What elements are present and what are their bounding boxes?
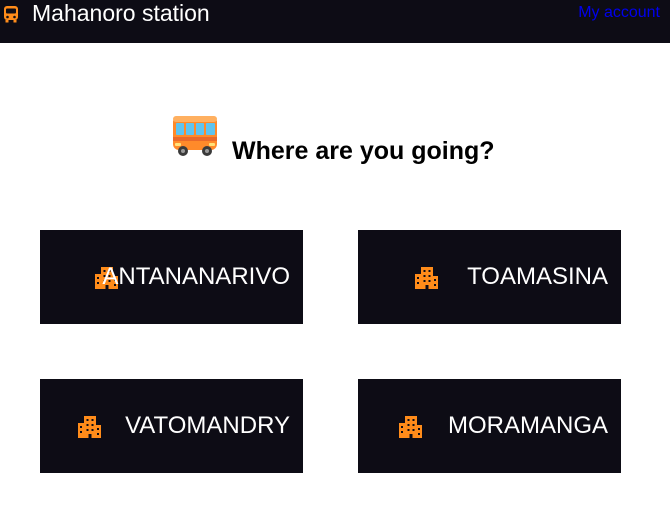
destination-label: VATOMANDRY	[125, 412, 290, 439]
destination-label: TOAMASINA	[467, 263, 608, 290]
app-title: Mahanoro station	[32, 0, 210, 26]
bus-icon	[4, 6, 18, 23]
destination-card-toamasina[interactable]: TOAMASINA	[358, 230, 621, 324]
top-bar: Mahanoro station My account	[0, 0, 670, 43]
destination-card-moramanga[interactable]: MORAMANGA	[358, 379, 621, 473]
destination-label: MORAMANGA	[447, 412, 608, 439]
destination-card-vatomandry[interactable]: VATOMANDRY	[40, 379, 303, 473]
destination-card-antananarivo[interactable]: ANTANANARIVO	[40, 230, 303, 324]
city-icon	[415, 267, 438, 289]
destination-label: ANTANANARIVO	[102, 263, 290, 290]
bus-emoji-icon	[173, 116, 217, 156]
city-icon	[399, 416, 422, 438]
my-account-link[interactable]: My account	[578, 3, 660, 23]
city-icon	[78, 416, 101, 438]
page-heading: Where are you going?	[232, 137, 495, 165]
